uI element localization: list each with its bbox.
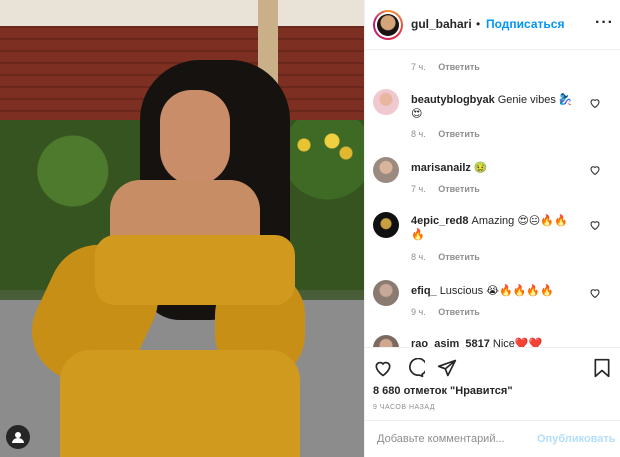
post-actions: 8 680 отметок "Нравится" 9 ЧАСОВ НАЗАД О… <box>365 347 620 457</box>
user-tag-icon[interactable] <box>6 425 30 449</box>
likes-count[interactable]: 8 680 отметок "Нравится" <box>373 385 513 397</box>
comment-meta: 7 ч. Ответить <box>411 62 490 72</box>
more-icon[interactable]: ··· <box>595 14 614 32</box>
photo-face <box>160 90 230 185</box>
commenter-avatar[interactable] <box>373 212 399 238</box>
comment-time: 7 ч. <box>411 184 426 194</box>
comment-input[interactable] <box>377 433 537 445</box>
comment-time: 8 ч. <box>411 129 426 139</box>
commenter-avatar[interactable] <box>373 89 399 115</box>
publish-button[interactable]: Опубликовать <box>537 433 616 445</box>
post-time: 9 ЧАСОВ НАЗАД <box>373 404 435 411</box>
comment-meta: 9 ч. Ответить <box>411 307 490 317</box>
comment-meta: 7 ч. Ответить <box>411 184 490 194</box>
commenter-username[interactable]: rao_asim_5817 <box>411 338 490 347</box>
post-side-panel: gul_bahari • Подписаться ··· 7 ч. Ответи… <box>364 0 620 457</box>
heart-icon[interactable] <box>589 164 601 176</box>
comment-reply-button[interactable]: Ответить <box>438 252 480 262</box>
comment-icon[interactable] <box>405 358 425 378</box>
comment-body: Nice❤️❤️ <box>492 338 543 347</box>
heart-icon[interactable] <box>589 97 601 109</box>
comment-meta: 8 ч. Ответить <box>411 252 490 262</box>
heart-icon[interactable] <box>589 219 601 231</box>
comment-reply-button[interactable]: Ответить <box>438 62 480 72</box>
photo-skirt <box>60 350 300 457</box>
author-username[interactable]: gul_bahari <box>411 17 472 31</box>
heart-icon[interactable] <box>373 358 393 378</box>
comment-bar: Опубликовать <box>365 420 620 457</box>
comment-time: 8 ч. <box>411 252 426 262</box>
commenter-username[interactable]: efiq_ <box>411 285 437 297</box>
commenter-username[interactable]: marisanailz <box>411 162 471 174</box>
share-icon[interactable] <box>437 358 457 378</box>
comment-time: 7 ч. <box>411 62 426 72</box>
commenter-avatar[interactable] <box>373 157 399 183</box>
comment-text: 4epic_red8 Amazing 😍😐🔥🔥 🔥 <box>411 214 583 242</box>
comment-meta: 8 ч. Ответить <box>411 129 490 139</box>
header-separator: • <box>476 17 481 31</box>
comment-reply-button[interactable]: Ответить <box>438 129 480 139</box>
commenter-username[interactable]: beautyblogbyak <box>411 94 495 106</box>
comment-text: marisanailz 🤢 <box>411 161 488 174</box>
commenter-avatar[interactable] <box>373 280 399 306</box>
heart-icon[interactable] <box>589 287 601 299</box>
comment-text: rao_asim_5817 Nice❤️❤️ <box>411 337 542 347</box>
commenter-username[interactable]: 4epic_red8 <box>411 215 468 227</box>
author-avatar[interactable] <box>373 10 403 40</box>
photo-eave <box>0 0 364 26</box>
commenter-avatar[interactable] <box>373 335 399 347</box>
comment-time: 9 ч. <box>411 307 426 317</box>
comment-body: 🤢 <box>473 162 488 174</box>
comment-body: Luscious 😭🔥🔥🔥🔥 <box>439 285 554 297</box>
comment-text: beautyblogbyak Genie vibes 🧞‍♀️ 😍 <box>411 93 583 121</box>
comment-text: efiq_ Luscious 😭🔥🔥🔥🔥 <box>411 284 554 297</box>
post-photo[interactable] <box>0 0 364 457</box>
bookmark-icon[interactable] <box>593 358 611 378</box>
follow-button[interactable]: Подписаться <box>486 17 564 31</box>
comment-reply-button[interactable]: Ответить <box>438 184 480 194</box>
post-header: gul_bahari • Подписаться ··· <box>365 0 620 50</box>
comment-reply-button[interactable]: Ответить <box>438 307 480 317</box>
photo-top <box>95 235 295 305</box>
comments-list[interactable]: 7 ч. Ответить beautyblogbyak Genie vibes … <box>365 51 620 347</box>
photo-flowers <box>290 125 360 165</box>
